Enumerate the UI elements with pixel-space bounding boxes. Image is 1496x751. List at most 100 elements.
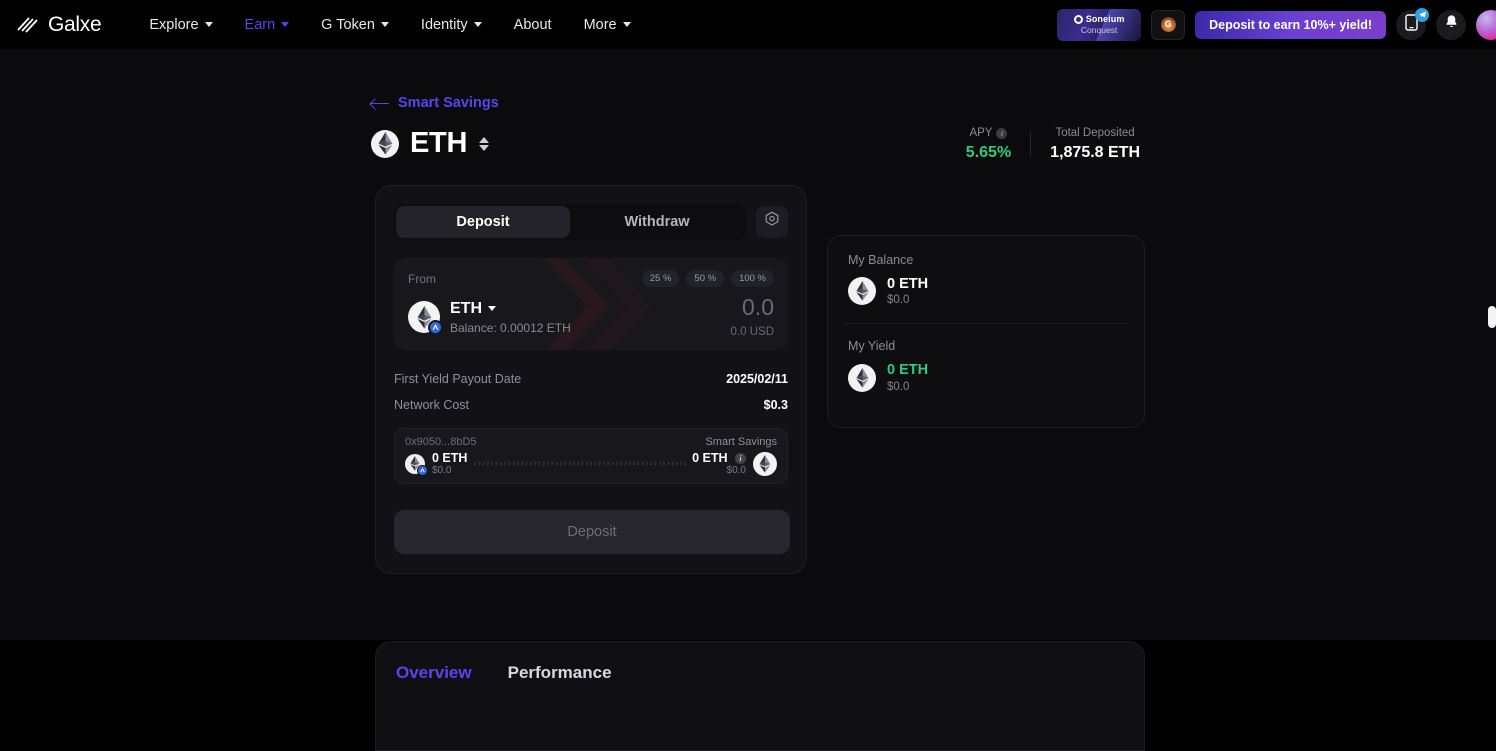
chain-switcher-button[interactable]: G xyxy=(1151,9,1186,40)
eth-token-icon xyxy=(753,451,777,476)
back-to-smart-savings[interactable]: Smart Savings xyxy=(371,95,499,111)
detail-value: 2025/02/11 xyxy=(726,372,788,386)
my-yield-row: 0 ETH $0.0 xyxy=(848,362,1124,393)
eth-token-icon xyxy=(371,129,399,158)
page-title: ETH xyxy=(410,127,468,159)
soneium-ring-icon xyxy=(1073,14,1083,24)
nav-item-earn[interactable]: Earn xyxy=(229,9,306,41)
chevron-down-icon xyxy=(380,22,389,27)
submit-deposit-label: Deposit xyxy=(567,524,617,540)
tab-withdraw[interactable]: Withdraw xyxy=(570,206,744,238)
my-balance-label: My Balance xyxy=(848,253,914,267)
percent-50-button[interactable]: 50 % xyxy=(686,270,725,287)
stat-value: 1,875.8 ETH xyxy=(1050,144,1140,161)
soneium-conquest-badge[interactable]: Soneium Conquest xyxy=(1057,8,1142,41)
back-label: Smart Savings xyxy=(398,95,499,111)
my-yield-section: My Yield 0 ETH $0.0 xyxy=(848,339,1124,393)
route-from-usd: $0.0 xyxy=(432,465,452,477)
from-body: ETH Balance: 0.00012 ETH 0.0 0.0 USD xyxy=(408,296,774,338)
nav-label: More xyxy=(583,16,617,33)
eth-token-icon xyxy=(848,277,876,306)
route-destination-label: Smart Savings xyxy=(705,436,777,448)
details-card: Overview Performance xyxy=(375,641,1145,751)
nav-label: Explore xyxy=(149,16,199,33)
chevron-down-icon xyxy=(488,306,496,311)
galxe-logo[interactable]: Galxe xyxy=(16,13,102,37)
telegram-badge-icon xyxy=(1415,7,1429,22)
soneium-title: Soneium xyxy=(1085,14,1125,24)
deposit-card: Deposit Withdraw From 25 % 50 % 100 % ET… xyxy=(375,185,807,574)
stat-label-text: Total Deposited xyxy=(1055,127,1135,139)
detail-network-cost: Network Cost $0.3 xyxy=(394,392,788,418)
route-to-usd: $0.0 xyxy=(726,465,746,477)
route-preview: 0x9050...8bD5 Smart Savings 0 ETH $0.0 ›… xyxy=(394,428,788,484)
nav-item-identity[interactable]: Identity xyxy=(405,9,498,41)
from-token-info: ETH Balance: 0.00012 ETH xyxy=(450,300,571,335)
settings-button[interactable] xyxy=(756,206,788,238)
nav-item-explore[interactable]: Explore xyxy=(133,9,228,41)
asset-title-row: ETH xyxy=(371,127,490,160)
route-to-amount-row: 0 ETH i xyxy=(692,451,746,465)
user-avatar[interactable] xyxy=(1476,9,1496,40)
stat-label: Total Deposited xyxy=(1055,127,1134,139)
page-scrollbar-thumb[interactable] xyxy=(1488,306,1496,328)
deposit-details: First Yield Payout Date 2025/02/11 Netwo… xyxy=(394,366,788,418)
route-to-amounts: 0 ETH i $0.0 xyxy=(692,451,746,476)
deposit-withdraw-tabs-row: Deposit Withdraw xyxy=(376,186,806,240)
route-destination: 0 ETH i $0.0 xyxy=(692,451,777,476)
route-from-icon-wrap xyxy=(405,453,428,476)
submit-deposit-button[interactable]: Deposit xyxy=(394,510,790,554)
my-yield-values: 0 ETH $0.0 xyxy=(887,362,928,392)
detail-value: $0.3 xyxy=(763,398,788,412)
percent-100-button[interactable]: 100 % xyxy=(731,270,774,287)
detail-key: First Yield Payout Date xyxy=(394,372,522,386)
stat-total-deposited: Total Deposited 1,875.8 ETH xyxy=(1031,127,1159,162)
from-token-icon-wrap xyxy=(408,301,443,335)
my-balance-row: 0 ETH $0.0 xyxy=(848,276,1124,306)
chain-token-icon: G xyxy=(1160,17,1176,32)
route-from-amounts: 0 ETH $0.0 xyxy=(432,451,467,476)
app-header: Galxe Explore Earn G Token Identity Abou… xyxy=(0,0,1496,49)
route-body: 0 ETH $0.0 ›››››››››››››››››››››››››››››… xyxy=(405,451,777,476)
nav-item-g-token[interactable]: G Token xyxy=(305,9,405,41)
nav-label: Earn xyxy=(244,16,276,33)
nav-label: About xyxy=(513,16,552,33)
main-nav: Explore Earn G Token Identity About More xyxy=(133,9,646,41)
tab-overview[interactable]: Overview xyxy=(396,663,472,683)
deposit-promo-button[interactable]: Deposit to earn 10%+ yield! xyxy=(1195,10,1386,39)
tab-deposit[interactable]: Deposit xyxy=(396,206,570,238)
details-tabs: Overview Performance xyxy=(376,642,1144,683)
mobile-app-button[interactable] xyxy=(1396,7,1429,40)
from-token-balance: Balance: 0.00012 ETH xyxy=(450,320,571,335)
chevron-down-icon xyxy=(622,22,631,27)
nav-item-about[interactable]: About xyxy=(498,9,568,41)
chevron-down-icon xyxy=(204,22,213,27)
tab-performance[interactable]: Performance xyxy=(508,663,612,683)
route-header: 0x9050...8bD5 Smart Savings xyxy=(405,436,777,448)
page-body: Smart Savings ETH APY i 5.65% Total Depo… xyxy=(0,49,1496,751)
stat-label-text: APY xyxy=(969,127,993,139)
my-balance-values: 0 ETH $0.0 xyxy=(887,276,928,306)
settings-gear-icon xyxy=(764,211,780,233)
percent-shortcuts: 25 % 50 % 100 % xyxy=(641,270,774,287)
route-from-address: 0x9050...8bD5 xyxy=(405,436,477,448)
from-amount-input[interactable]: 0.0 xyxy=(731,296,774,319)
info-icon[interactable]: i xyxy=(996,127,1008,139)
route-from-amount: 0 ETH xyxy=(432,451,468,465)
percent-25-button[interactable]: 25 % xyxy=(641,270,680,287)
swap-vertical-icon[interactable] xyxy=(478,135,490,153)
nav-item-more[interactable]: More xyxy=(568,9,647,41)
route-source: 0 ETH $0.0 xyxy=(405,451,467,476)
notifications-button[interactable] xyxy=(1436,9,1466,40)
divider xyxy=(844,323,1128,325)
my-yield-usd: $0.0 xyxy=(887,380,910,393)
galxe-logo-icon xyxy=(16,16,42,34)
my-yield-label: My Yield xyxy=(848,339,896,354)
eth-token-icon xyxy=(848,363,876,392)
header-actions: Soneium Conquest G Deposit to earn 10%+ … xyxy=(1057,7,1496,41)
from-token-selector[interactable]: ETH Balance: 0.00012 ETH xyxy=(408,300,571,335)
info-icon[interactable]: i xyxy=(735,453,746,465)
from-label: From xyxy=(408,271,436,286)
arbitrum-chain-icon xyxy=(428,320,443,335)
stat-label: APY i xyxy=(969,127,1008,139)
